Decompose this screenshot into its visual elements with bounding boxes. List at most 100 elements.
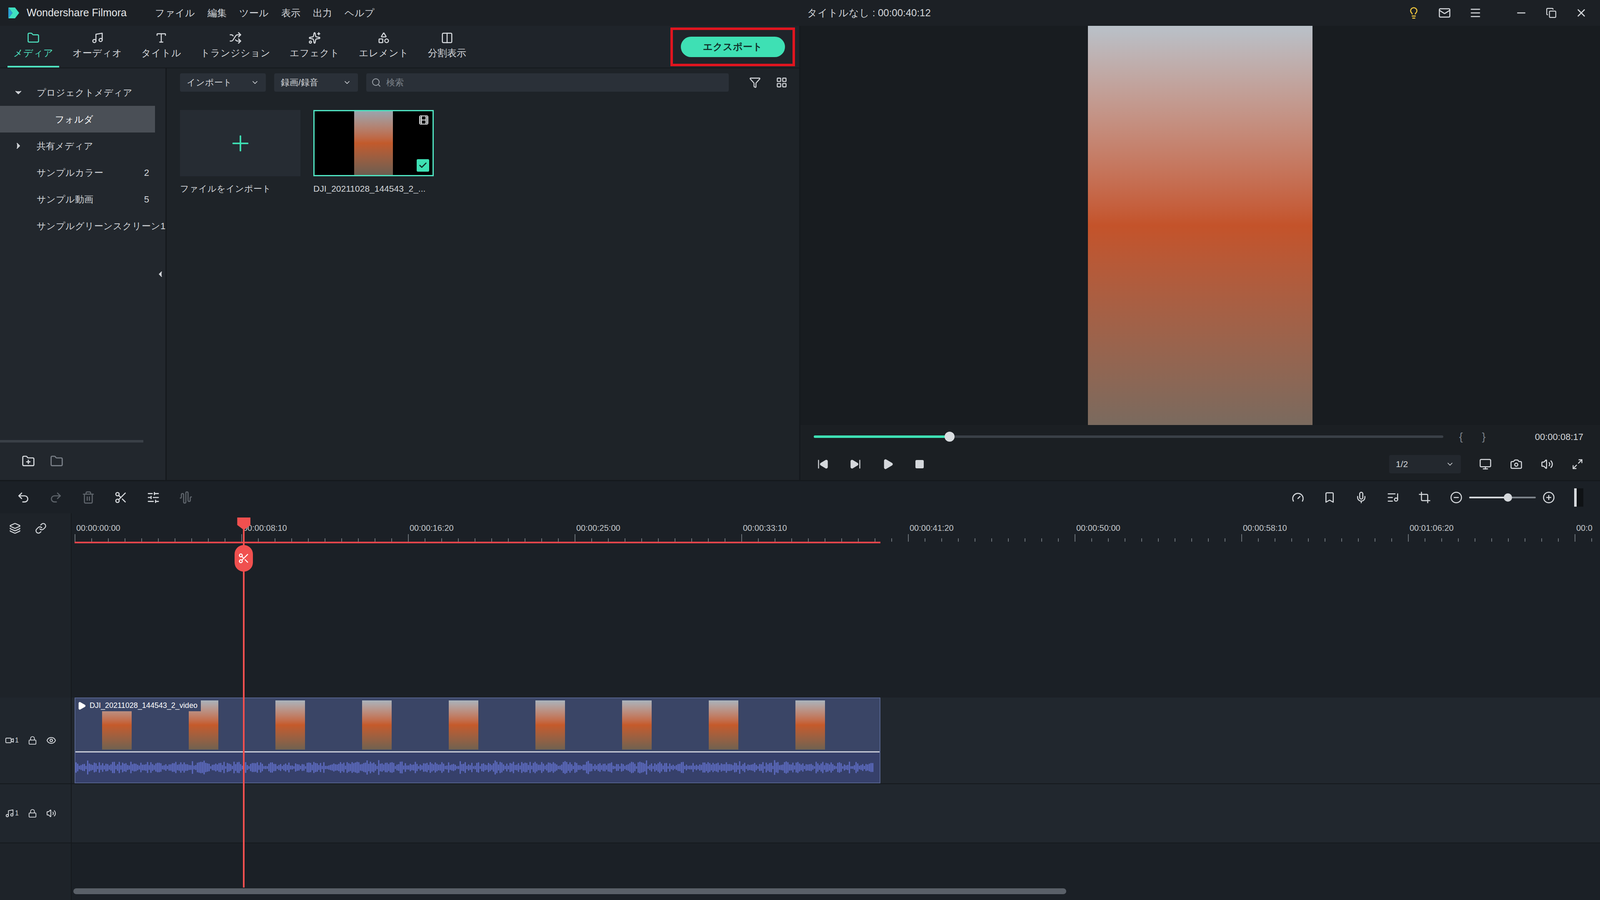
clip-frame [708,700,739,750]
expanded-arrow-icon[interactable] [13,87,24,98]
menu-icon[interactable] [1469,6,1482,20]
scissors-icon[interactable] [114,490,128,505]
scissors-icon [237,552,250,565]
speaker-icon[interactable] [46,808,57,819]
sidebar-item[interactable]: サンプルグリーンスクリーン1 [0,212,155,240]
panel-toggle[interactable] [1574,488,1584,507]
playhead-cut-button[interactable] [234,545,253,572]
new-folder-icon[interactable] [21,454,35,468]
stop-icon[interactable] [914,459,925,470]
zoom-slider[interactable] [1469,496,1536,499]
preview-scrubber[interactable] [813,435,1444,438]
collapse-sidebar-icon[interactable] [155,269,165,279]
grid-view-icon[interactable] [775,76,788,89]
dropdown-arrow-icon [1445,460,1455,469]
titles-icon [155,31,168,45]
zoom-out-icon[interactable] [1450,491,1463,504]
menu-item[interactable]: ツール [239,5,269,21]
media-tab[interactable]: メディア [7,25,60,68]
play-icon[interactable] [882,458,894,470]
export-button[interactable]: エクスポート [680,36,785,58]
display-icon[interactable] [1479,457,1492,471]
mail-icon[interactable] [1438,6,1451,20]
lock-icon[interactable] [27,808,38,818]
app-name: Wondershare Filmora [26,5,127,21]
close-icon[interactable] [1575,6,1588,20]
import-tile[interactable]: ファイルをインポート [180,110,301,196]
timeline-scrollbar[interactable] [73,888,1067,895]
fullscreen-icon[interactable] [1571,458,1584,470]
ruler-mark: 00:01:06:20 [1407,521,1575,542]
preview-frame [1087,25,1313,425]
timeline-clip[interactable]: DJI_20211028_144543_2_video [74,697,881,784]
elements-tab[interactable]: エレメント [352,25,415,68]
sidebar-item[interactable]: フォルダ [0,105,155,133]
sidebar-item[interactable]: 共有メディア [0,132,155,160]
crop-icon[interactable] [1418,491,1431,504]
scrubber-knob[interactable] [944,431,955,442]
folder-icon[interactable] [50,454,64,468]
add-track-icon[interactable] [9,522,21,535]
timeline-ruler[interactable]: 00:00:00:0000:00:08:1000:00:16:2000:00:2… [71,513,1600,544]
sidebar-item[interactable]: サンプル動画5 [0,185,155,213]
timeline-canvas: 00:00:00:0000:00:08:1000:00:16:2000:00:2… [71,513,1600,900]
volume-icon[interactable] [1540,457,1554,471]
search-field[interactable]: 検索 [366,73,729,92]
lock-icon[interactable] [27,735,38,745]
mic-icon[interactable] [1355,491,1368,504]
filter-icon[interactable] [749,76,761,89]
audio-mixer-icon[interactable] [1386,491,1400,504]
snapshot-icon[interactable] [1510,457,1523,471]
ruler-mark: 00:00:00:00 [74,521,242,542]
video-track: DJI_20211028_144543_2_video [71,697,1600,785]
previous-frame-icon[interactable] [817,458,829,470]
filmora-window: Wondershare Filmora ファイル編集ツール表示出力ヘルプ タイトルな… [0,0,1600,900]
mark-in[interactable]: { [1459,428,1463,445]
link-icon[interactable] [35,522,47,535]
audio-wave-icon[interactable] [179,490,193,505]
media-clip[interactable]: DJI_20211028_144543_2_... [313,110,434,196]
zoom-in-icon[interactable] [1542,491,1555,504]
filmora-logo-icon [6,5,21,20]
menu-item[interactable]: ヘルプ [344,5,375,21]
check-icon [418,160,428,170]
sliders-icon[interactable] [146,490,160,505]
split-screen-icon [440,31,454,45]
clip-play-icon [77,701,87,711]
redo-icon[interactable] [49,490,63,505]
render-icon[interactable] [1291,491,1305,504]
mark-out[interactable]: } [1482,428,1486,445]
search-icon [371,77,382,88]
menu-item[interactable]: 表示 [281,5,301,21]
audio-icon [91,31,104,45]
minimize-icon[interactable] [1515,6,1528,20]
undo-icon[interactable] [16,490,30,505]
menu-item[interactable]: 編集 [207,5,227,21]
marker-icon[interactable] [1323,491,1336,504]
titles-tab[interactable]: タイトル [135,25,188,68]
menu-item[interactable]: 出力 [312,5,333,21]
restore-icon[interactable] [1545,7,1557,19]
audio-tab[interactable]: オーディオ [66,25,128,68]
project-title: タイトルなし : 00:00:40:12 [807,5,931,21]
ruler-mark: 00:00:08:10 [241,521,408,542]
menu-item[interactable]: ファイル [155,5,195,21]
effects-tab[interactable]: エフェクト [283,25,346,68]
split-screen-tab[interactable]: 分割表示 [422,25,473,68]
sidebar-item[interactable]: プロジェクトメディア [0,79,155,106]
import-dropdown[interactable]: インポート [180,73,266,92]
transitions-tab[interactable]: トランジション [194,25,277,68]
trash-icon[interactable] [81,490,95,505]
selected-check [416,159,430,172]
sidebar-item[interactable]: サンプルカラー2 [0,159,155,186]
lightbulb-icon[interactable] [1407,6,1420,20]
timeline: 1100:00:00:0000:00:08:1000:00:16:2000:00… [0,480,1600,900]
video-type-icon [418,114,430,126]
playhead[interactable] [242,519,245,888]
eye-icon[interactable] [46,735,57,746]
quality-dropdown[interactable]: 1/2 [1389,455,1461,474]
collapsed-arrow-icon[interactable] [13,140,24,151]
ruler-mark: 00:00:41:20 [907,521,1075,542]
record-dropdown[interactable]: 録画/録音 [274,73,358,92]
next-frame-icon[interactable] [849,458,862,470]
